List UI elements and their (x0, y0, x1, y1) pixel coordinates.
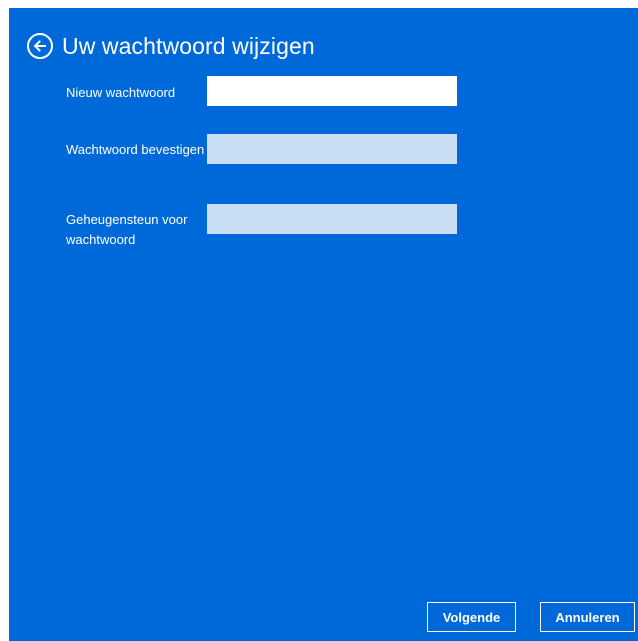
confirm-password-input[interactable] (207, 134, 457, 164)
back-button[interactable] (27, 33, 53, 59)
title-row: Uw wachtwoord wijzigen (27, 30, 315, 62)
password-hint-label: Geheugensteun voor wachtwoord (66, 212, 188, 247)
cancel-button[interactable]: Annuleren (540, 602, 635, 632)
page-title: Uw wachtwoord wijzigen (62, 32, 315, 59)
back-arrow-icon (33, 40, 46, 52)
confirm-password-label: Wachtwoord bevestigen (66, 142, 205, 157)
change-password-dialog: Uw wachtwoord wijzigen Nieuw wachtwoord … (9, 8, 638, 641)
new-password-input[interactable] (207, 76, 457, 106)
new-password-label: Nieuw wachtwoord (66, 85, 176, 100)
password-hint-input[interactable] (207, 204, 457, 234)
next-button[interactable]: Volgende (427, 602, 516, 632)
